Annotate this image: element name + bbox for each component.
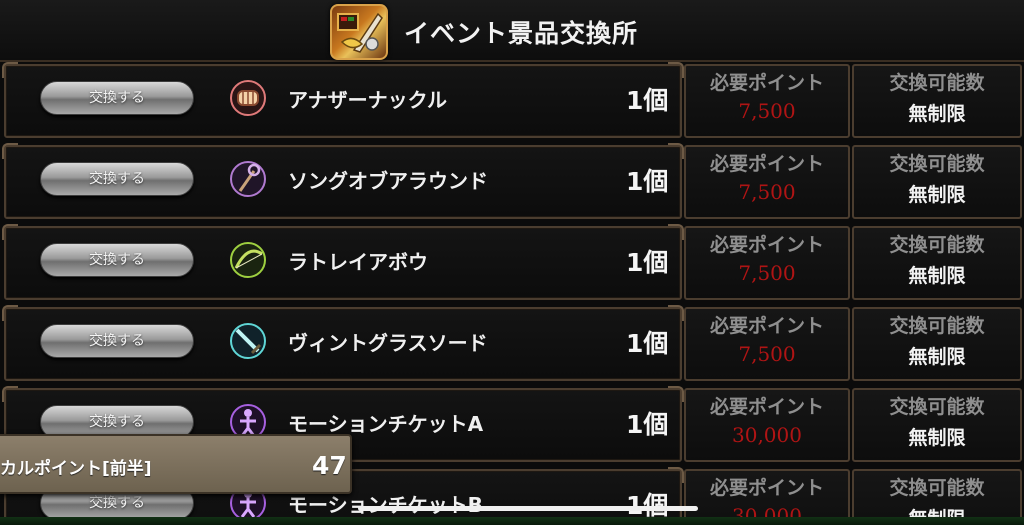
home-indicator[interactable] — [358, 506, 698, 511]
required-points-value: 7,500 — [738, 180, 796, 204]
exchange-limit-label: 交換可能数 — [889, 234, 985, 256]
item-name: モーションチケットA — [288, 412, 484, 436]
item-name: ヴィントグラスソード — [288, 331, 488, 355]
sword-icon — [228, 321, 268, 361]
exchange-limit-value: 無制限 — [908, 184, 966, 206]
event-shop-icon — [330, 4, 388, 60]
points-label: カルポイント[前半] — [0, 459, 152, 479]
required-points-label: 必要ポイント — [709, 396, 824, 418]
exchange-limit-label: 交換可能数 — [889, 315, 985, 337]
required-points-value: 30,000 — [732, 423, 802, 447]
staff-icon — [228, 159, 268, 199]
prize-row: 交換する ラトレイアボウ 1個 必要ポイント 7,500 交換可能数 無制限 — [0, 224, 1024, 305]
required-points-label: 必要ポイント — [709, 234, 824, 256]
required-points-cell: 必要ポイント 7,500 — [684, 307, 850, 381]
required-points-cell: 必要ポイント 7,500 — [684, 226, 850, 300]
prize-row-main: 交換する ラトレイアボウ 1個 — [2, 224, 682, 300]
bottom-strip — [0, 517, 1024, 525]
header-bar: イベント景品交換所 — [0, 0, 1024, 62]
required-points-cell: 必要ポイント 7,500 — [684, 64, 850, 138]
exchange-limit-value: 無制限 — [908, 427, 966, 449]
item-quantity: 1個 — [626, 329, 669, 358]
prize-row-main: 交換する ソングオブアラウンド 1個 — [2, 143, 682, 219]
required-points-cell: 必要ポイント 7,500 — [684, 145, 850, 219]
item-quantity: 1個 — [626, 86, 669, 115]
prize-row: 交換する アナザーナックル 1個 必要ポイント 7,500 交換可能数 無制限 — [0, 62, 1024, 143]
prize-row-main: 交換する ヴィントグラスソード 1個 — [2, 305, 682, 381]
item-quantity: 1個 — [626, 410, 669, 439]
exchange-limit-label: 交換可能数 — [889, 153, 985, 175]
exchange-button[interactable]: 交換する — [40, 324, 194, 358]
item-quantity: 1個 — [626, 248, 669, 277]
exchange-limit-cell: 交換可能数 無制限 — [852, 64, 1022, 138]
points-panel: カルポイント[前半] 47 — [0, 434, 352, 494]
exchange-limit-value: 無制限 — [908, 265, 966, 287]
bow-icon — [228, 240, 268, 280]
exchange-limit-label: 交換可能数 — [889, 72, 985, 94]
item-name: ラトレイアボウ — [288, 250, 428, 274]
required-points-value: 7,500 — [738, 261, 796, 285]
exchange-limit-label: 交換可能数 — [889, 477, 985, 499]
exchange-limit-cell: 交換可能数 無制限 — [852, 388, 1022, 462]
item-quantity: 1個 — [626, 167, 669, 196]
exchange-limit-cell: 交換可能数 無制限 — [852, 145, 1022, 219]
exchange-button[interactable]: 交換する — [40, 162, 194, 196]
knuckle-icon — [228, 78, 268, 118]
page-title: イベント景品交換所 — [404, 19, 639, 48]
exchange-limit-cell: 交換可能数 無制限 — [852, 307, 1022, 381]
exchange-limit-label: 交換可能数 — [889, 396, 985, 418]
exchange-limit-value: 無制限 — [908, 103, 966, 125]
required-points-label: 必要ポイント — [709, 72, 824, 94]
exchange-limit-value: 無制限 — [908, 346, 966, 368]
prize-row-main: 交換する アナザーナックル 1個 — [2, 62, 682, 138]
exchange-button[interactable]: 交換する — [40, 81, 194, 115]
item-name: ソングオブアラウンド — [288, 169, 488, 193]
prize-row: 交換する ヴィントグラスソード 1個 必要ポイント 7,500 交換可能数 無制… — [0, 305, 1024, 386]
required-points-label: 必要ポイント — [709, 153, 824, 175]
required-points-value: 7,500 — [738, 99, 796, 123]
prize-row: 交換する ソングオブアラウンド 1個 必要ポイント 7,500 交換可能数 無制… — [0, 143, 1024, 224]
exchange-button[interactable]: 交換する — [40, 243, 194, 277]
required-points-label: 必要ポイント — [709, 315, 824, 337]
points-value: 47 — [312, 451, 347, 480]
required-points-cell: 必要ポイント 30,000 — [684, 388, 850, 462]
required-points-label: 必要ポイント — [709, 477, 824, 499]
exchange-limit-cell: 交換可能数 無制限 — [852, 226, 1022, 300]
required-points-value: 7,500 — [738, 342, 796, 366]
item-name: アナザーナックル — [288, 88, 447, 112]
